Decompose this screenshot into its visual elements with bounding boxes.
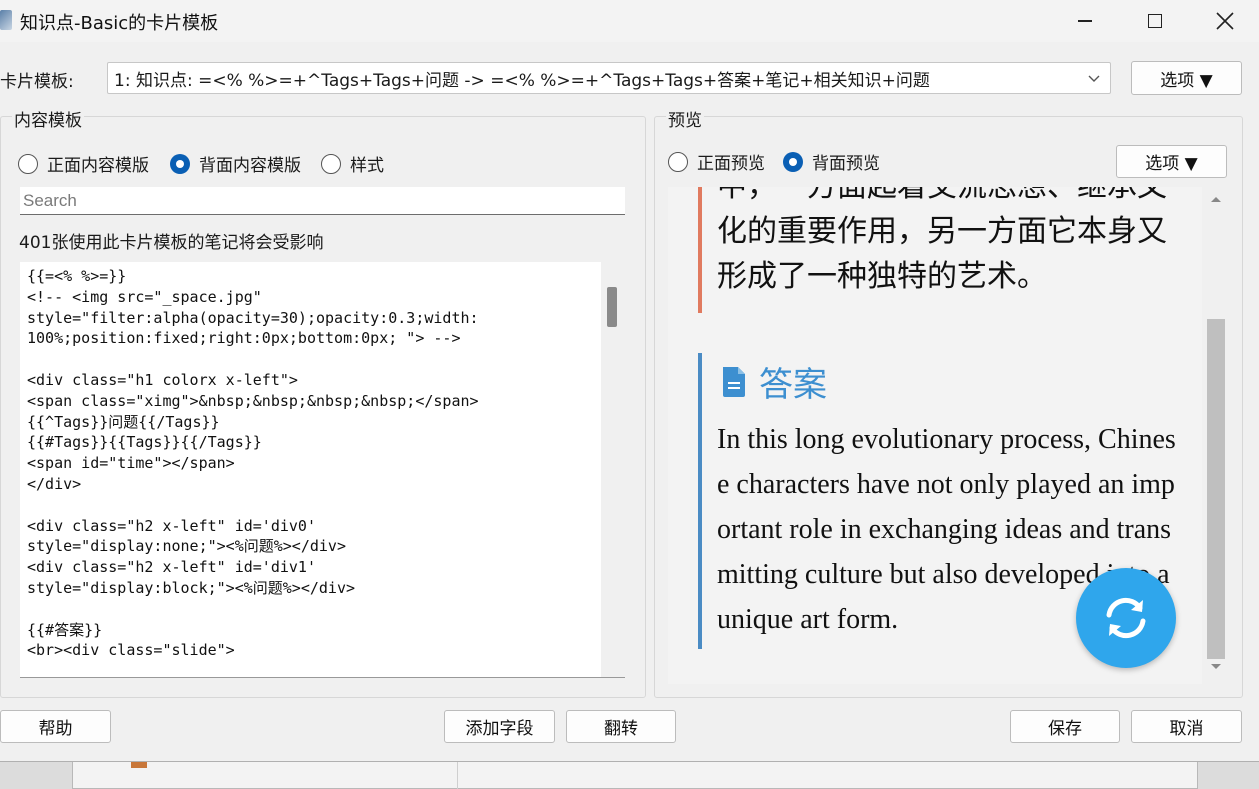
radio-indicator	[321, 153, 341, 174]
answer-heading: 答案	[720, 357, 827, 406]
template-code-editor[interactable]: {{=<% %>=}} <!-- <img src="_space.jpg" s…	[20, 262, 625, 678]
radio-label: 背面预览	[812, 154, 880, 174]
radio-label: 正面内容模版	[47, 156, 149, 176]
scroll-up-icon[interactable]	[1210, 195, 1222, 203]
radio-front-template[interactable]: 正面内容模版	[18, 151, 149, 176]
radio-indicator	[18, 153, 38, 174]
radio-back-preview[interactable]: 背面预览	[783, 149, 880, 174]
chevron-down-icon	[1088, 75, 1100, 82]
flip-card-button[interactable]	[1076, 568, 1176, 668]
preview-title: 预览	[666, 106, 704, 131]
radio-indicator	[668, 151, 688, 172]
question-accent-bar	[698, 187, 702, 313]
radio-front-preview[interactable]: 正面预览	[668, 149, 765, 174]
template-code[interactable]: {{=<% %>=}} <!-- <img src="_space.jpg" s…	[27, 266, 602, 661]
app-icon	[0, 10, 12, 30]
radio-back-template[interactable]: 背面内容模版	[170, 151, 301, 176]
radio-styling[interactable]: 样式	[321, 151, 384, 176]
divider	[457, 760, 458, 789]
preview-options-button[interactable]: 选项 ▼	[1116, 145, 1227, 178]
maximize-icon	[1148, 14, 1162, 28]
template-select[interactable]: 1: 知识点: =<% %>=+^Tags+Tags+问题 -> =<% %>=…	[107, 62, 1111, 94]
minimize-icon	[1078, 20, 1092, 22]
help-button[interactable]: 帮助	[0, 710, 111, 743]
cancel-button[interactable]: 取消	[1131, 710, 1242, 743]
template-label: 卡片模板:	[0, 72, 74, 92]
scroll-down-icon[interactable]	[1210, 663, 1222, 671]
maximize-button[interactable]	[1120, 0, 1190, 42]
add-field-button[interactable]: 添加字段	[444, 710, 555, 743]
answer-title: 答案	[759, 365, 827, 405]
card-preview: 中，一方面起着交流思想、继承文化的重要作用，另一方面它本身又形成了一种独特的艺术…	[668, 187, 1202, 684]
preview-scrollbar[interactable]	[1205, 187, 1227, 684]
window-title: 知识点-Basic的卡片模板	[20, 13, 219, 34]
editor-scroll-thumb[interactable]	[607, 287, 617, 327]
card-template-dialog: 知识点-Basic的卡片模板 卡片模板: 1: 知识点: =<% %>=+^Ta…	[0, 0, 1259, 762]
document-icon	[723, 366, 745, 397]
radio-indicator-checked	[783, 151, 803, 172]
question-text: 中，一方面起着交流思想、继承文化的重要作用，另一方面它本身又形成了一种独特的艺术…	[717, 187, 1167, 294]
template-options-button[interactable]: 选项 ▼	[1131, 61, 1242, 95]
affected-notes-notice: 401张使用此卡片模板的笔记将会受影响	[19, 233, 324, 253]
radio-label: 样式	[350, 156, 384, 176]
editor-scrollbar[interactable]	[601, 262, 625, 677]
radio-label: 背面内容模版	[199, 156, 301, 176]
close-icon	[1216, 12, 1234, 30]
content-template-title: 内容模板	[12, 106, 84, 131]
preview-scroll-thumb[interactable]	[1207, 319, 1225, 659]
flip-button[interactable]: 翻转	[566, 710, 676, 743]
template-select-value: 1: 知识点: =<% %>=+^Tags+Tags+问题 -> =<% %>=…	[114, 70, 930, 91]
search-input[interactable]	[20, 187, 625, 215]
close-button[interactable]	[1190, 0, 1259, 42]
refresh-icon	[1106, 597, 1146, 639]
background-window	[72, 760, 1198, 789]
minimize-button[interactable]	[1050, 0, 1120, 42]
save-button[interactable]: 保存	[1010, 710, 1120, 743]
radio-indicator-checked	[170, 153, 190, 174]
title-bar: 知识点-Basic的卡片模板	[0, 0, 1259, 42]
radio-label: 正面预览	[697, 154, 765, 174]
answer-accent-bar	[698, 353, 702, 649]
